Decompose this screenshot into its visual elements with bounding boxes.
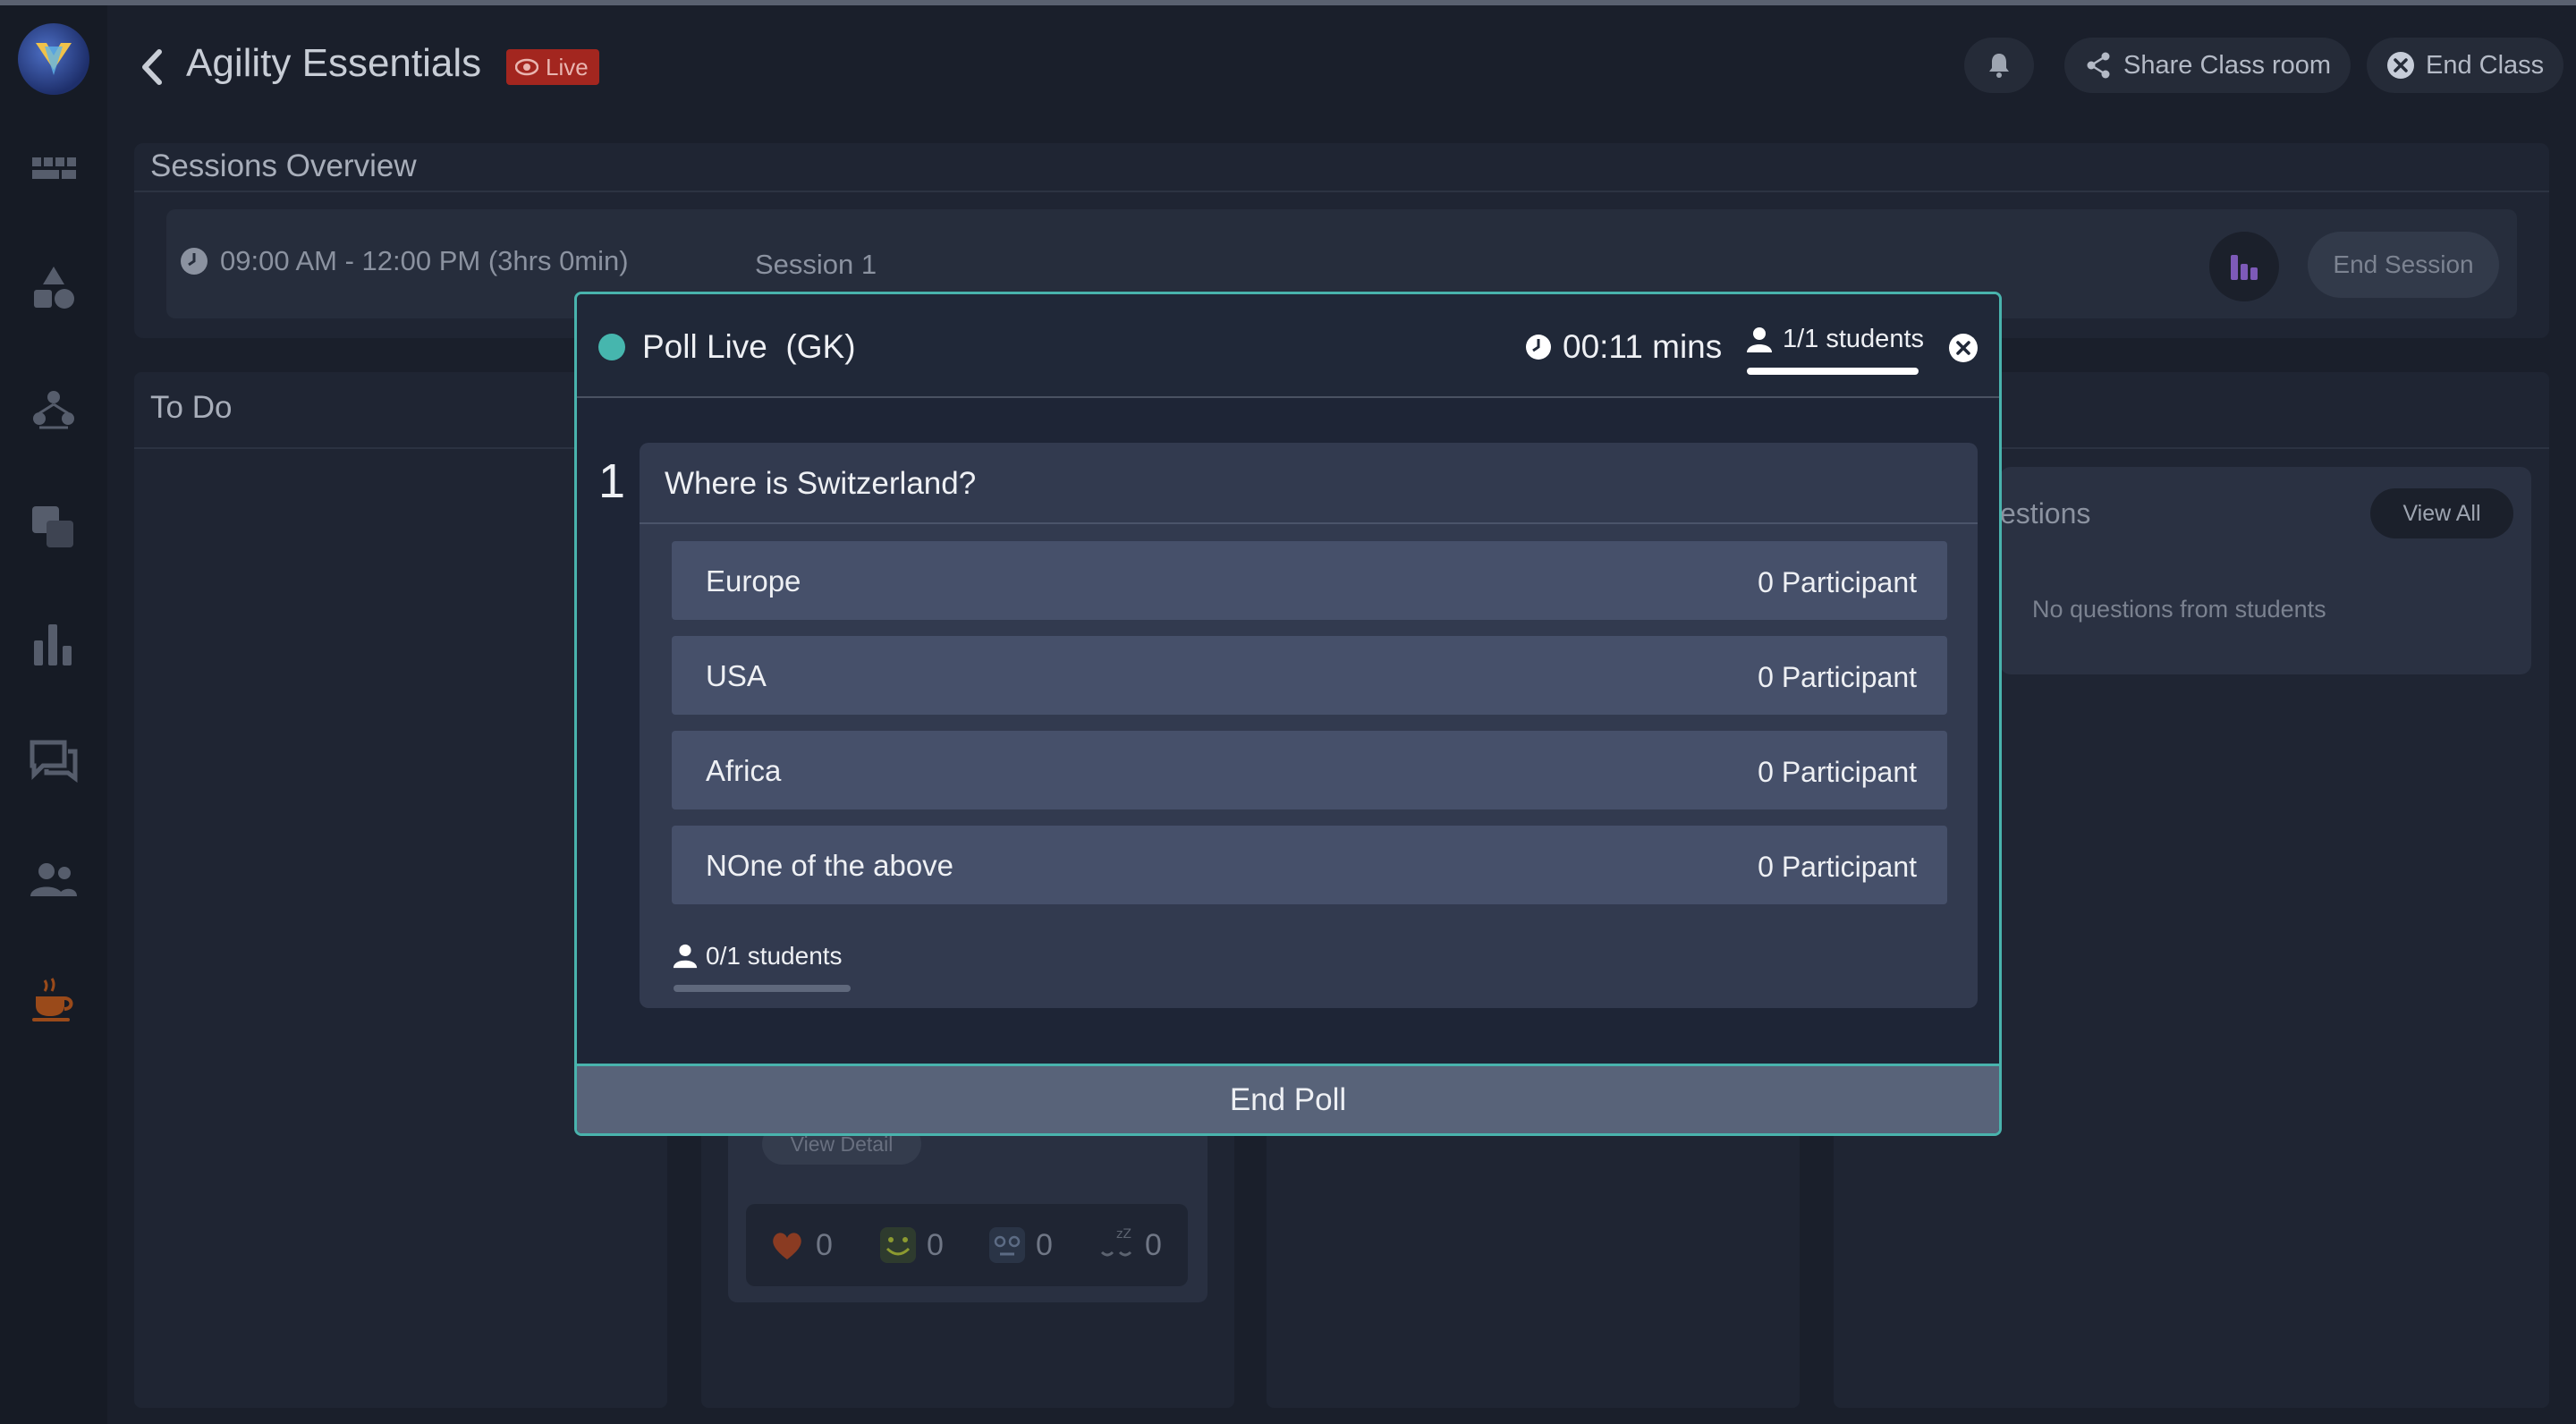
live-badge: Live	[506, 49, 599, 85]
todo-title: To Do	[150, 390, 233, 425]
poll-title: Poll Live (GK)	[642, 328, 856, 365]
close-icon[interactable]	[1947, 332, 1979, 364]
end-poll-button[interactable]: End Poll	[577, 1064, 1999, 1133]
sidebar	[0, 5, 107, 1424]
svg-text:zZ: zZ	[1116, 1227, 1131, 1242]
shapes-icon[interactable]	[27, 261, 80, 315]
responded-count: 0/1 students	[672, 942, 843, 971]
groups-icon[interactable]	[27, 385, 80, 438]
responded-progress-bar	[674, 985, 851, 992]
clock-icon	[181, 248, 208, 275]
responded-label: 0/1 students	[706, 942, 843, 970]
session-time: 09:00 AM - 12:00 PM (3hrs 0min)	[179, 245, 629, 277]
poll-option: Africa 0 Participant	[672, 731, 1947, 809]
top-border	[0, 0, 2576, 5]
reaction-heart[interactable]: 0	[767, 1218, 833, 1272]
view-all-button[interactable]: View All	[2370, 488, 2513, 538]
sleepy-icon: zZ	[1100, 1227, 1132, 1257]
session-name: Session 1	[755, 249, 877, 280]
option-count: 0 Participant	[1758, 661, 1917, 693]
divider	[640, 522, 1978, 524]
heart-icon	[773, 1233, 801, 1259]
confused-icon	[989, 1227, 1025, 1263]
reaction-smile[interactable]: 0	[878, 1218, 944, 1272]
divider	[134, 191, 2549, 192]
bell-icon	[1989, 54, 2009, 78]
students-count: 1/1 students	[1745, 325, 1924, 354]
reaction-count: 0	[1036, 1227, 1053, 1262]
reaction-confused[interactable]: 0	[987, 1218, 1053, 1272]
option-label: NOne of the above	[706, 849, 954, 882]
clock-icon	[1526, 335, 1551, 360]
poll-timer: 00:11 mins	[1525, 328, 1722, 366]
poll-option: NOne of the above 0 Participant	[672, 826, 1947, 904]
app-logo[interactable]	[18, 23, 89, 95]
dashboard-icon[interactable]	[27, 143, 80, 197]
end-session-button[interactable]: End Session	[2308, 232, 2499, 298]
chat-icon[interactable]	[27, 735, 80, 789]
share-icon	[2087, 52, 2110, 79]
smile-icon	[880, 1227, 916, 1263]
poll-live-modal: Poll Live (GK) 00:11 mins 1/1 students 1…	[574, 292, 2002, 1136]
analytics-icon[interactable]	[27, 617, 80, 671]
user-icon	[673, 944, 698, 969]
reaction-sleepy[interactable]: zZ 0	[1097, 1218, 1162, 1272]
share-classroom-label: Share Class room	[2123, 50, 2332, 80]
user-icon	[1747, 326, 1772, 352]
poll-option: Europe 0 Participant	[672, 541, 1947, 620]
option-label: Europe	[706, 564, 801, 598]
option-count: 0 Participant	[1758, 851, 1917, 883]
poll-option: USA 0 Participant	[672, 636, 1947, 715]
timer-label: 00:11 mins	[1563, 328, 1723, 365]
share-classroom-button[interactable]: Share Class room	[2064, 38, 2351, 93]
students-progress-bar	[1747, 368, 1919, 375]
end-class-label: End Class	[2426, 50, 2545, 80]
notifications-button[interactable]	[1964, 38, 2034, 93]
eye-icon	[515, 58, 538, 76]
live-status-dot	[598, 334, 625, 360]
question-text: Where is Switzerland?	[665, 466, 977, 501]
live-label: Live	[546, 53, 589, 81]
back-chevron-icon[interactable]	[134, 45, 170, 89]
close-circle-icon	[2387, 52, 2414, 79]
option-label: Africa	[706, 754, 782, 787]
poll-header: Poll Live (GK) 00:11 mins 1/1 students	[577, 294, 1999, 398]
questions-title: estions	[2000, 497, 2091, 530]
option-count: 0 Participant	[1758, 566, 1917, 598]
end-class-button[interactable]: End Class	[2367, 38, 2564, 93]
page-title: Agility Essentials	[186, 41, 482, 85]
people-icon[interactable]	[27, 853, 80, 907]
reaction-count: 0	[816, 1227, 833, 1262]
question-card	[640, 443, 1978, 1008]
session-stats-button[interactable]	[2209, 232, 2279, 301]
students-count-label: 1/1 students	[1783, 325, 1924, 353]
reaction-count: 0	[927, 1227, 944, 1262]
sessions-overview-title: Sessions Overview	[150, 148, 417, 183]
copy-icon[interactable]	[27, 501, 80, 555]
no-questions-label: No questions from students	[2032, 596, 2326, 623]
session-time-label: 09:00 AM - 12:00 PM (3hrs 0min)	[220, 245, 629, 276]
reaction-count: 0	[1145, 1227, 1162, 1262]
question-number: 1	[598, 454, 626, 508]
coffee-break-icon[interactable]	[27, 971, 80, 1025]
option-label: USA	[706, 659, 767, 692]
bar-chart-icon	[2231, 255, 2258, 280]
option-count: 0 Participant	[1758, 756, 1917, 788]
